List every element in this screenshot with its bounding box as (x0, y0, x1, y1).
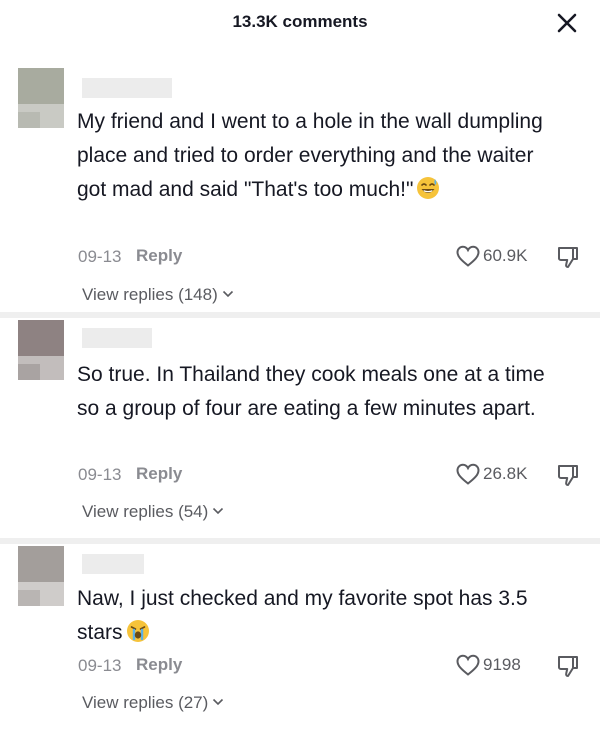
view-replies-label: View replies (148) (82, 285, 218, 304)
crying-emoji-icon (126, 619, 150, 643)
thumbs-down-icon[interactable] (555, 244, 581, 270)
thumbs-down-icon[interactable] (555, 653, 581, 679)
heart-icon (456, 654, 480, 676)
comment-item: So true. In Thailand they cook meals one… (0, 318, 600, 533)
view-replies-link[interactable]: View replies (27) (82, 693, 224, 713)
view-replies-label: View replies (54) (82, 502, 209, 521)
comment-text: Naw, I just checked and my favorite spot… (77, 582, 547, 650)
comment-text: My friend and I went to a hole in the wa… (77, 105, 547, 207)
like-count: 26.8K (483, 464, 528, 483)
avatar[interactable] (18, 68, 64, 128)
like-count: 9198 (483, 655, 521, 674)
username-blurred[interactable] (82, 554, 144, 574)
comment-body: My friend and I went to a hole in the wa… (77, 110, 543, 201)
heart-icon (456, 463, 480, 485)
reply-button[interactable]: Reply (136, 655, 182, 675)
comment-body: So true. In Thailand they cook meals one… (77, 363, 545, 420)
comment-item: Naw, I just checked and my favorite spot… (0, 544, 600, 736)
comment-date: 09-13 (78, 656, 122, 675)
view-replies-label: View replies (27) (82, 693, 209, 712)
chevron-down-icon (212, 697, 224, 707)
comment-date: 09-13 (78, 247, 122, 266)
comment-item: My friend and I went to a hole in the wa… (0, 0, 600, 310)
heart-icon (456, 245, 480, 267)
username-blurred[interactable] (82, 78, 172, 98)
view-replies-link[interactable]: View replies (148) (82, 285, 234, 305)
like-button[interactable]: 60.9K (455, 244, 527, 270)
grinning-sweat-emoji-icon (416, 176, 440, 200)
username-blurred[interactable] (82, 328, 152, 348)
reply-button[interactable]: Reply (136, 464, 182, 484)
like-button[interactable]: 26.8K (455, 462, 527, 488)
reply-button[interactable]: Reply (136, 246, 182, 266)
like-button[interactable]: 9198 (455, 653, 521, 679)
comment-date: 09-13 (78, 465, 122, 484)
chevron-down-icon (212, 506, 224, 516)
like-count: 60.9K (483, 246, 528, 265)
avatar[interactable] (18, 546, 64, 606)
chevron-down-icon (222, 289, 234, 299)
view-replies-link[interactable]: View replies (54) (82, 502, 224, 522)
avatar[interactable] (18, 320, 64, 380)
comment-text: So true. In Thailand they cook meals one… (77, 358, 547, 426)
thumbs-down-icon[interactable] (555, 462, 581, 488)
